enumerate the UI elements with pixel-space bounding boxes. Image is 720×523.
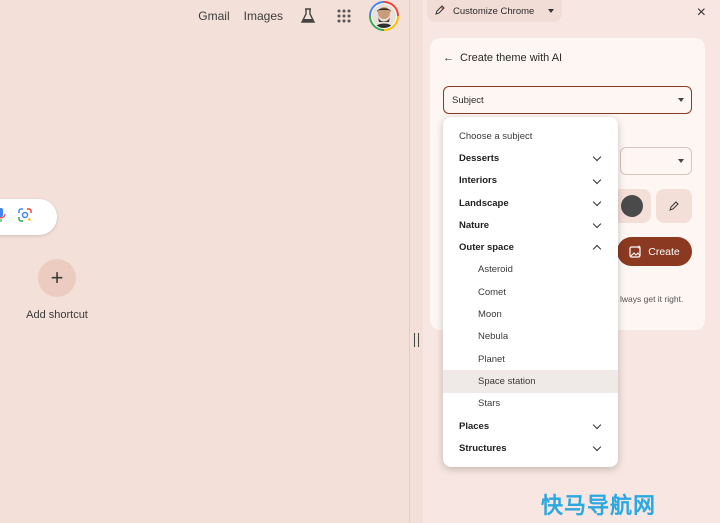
chevron-down-icon [592,197,602,207]
dropdown-option[interactable]: Moon [443,303,618,325]
gmail-link[interactable]: Gmail [198,9,229,23]
chevron-up-icon [592,245,602,254]
dropdown-category[interactable]: Interiors [443,170,618,192]
dropdown-header: Choose a subject [459,130,533,142]
dropdown-item-label: Desserts [459,152,500,164]
caret-down-icon [548,9,555,13]
add-shortcut-label: Add shortcut [26,309,88,321]
dropdown-category[interactable]: Landscape [443,192,618,214]
color-option-dark[interactable] [613,189,651,223]
dropdown-item-label: Structures [459,442,507,454]
back-arrow-icon[interactable]: ← [443,52,454,64]
dropdown-category[interactable]: Outer space [443,236,618,258]
dropdown-item-label: Interiors [459,175,498,187]
create-button[interactable]: Create [617,237,692,266]
dropdown-item-label: Outer space [459,242,514,254]
dropdown-option[interactable]: Stars [443,393,618,415]
close-icon[interactable]: × [697,4,706,22]
dropdown-item-label: Stars [478,398,501,410]
add-shortcut[interactable]: + Add shortcut [22,259,92,321]
image-sparkle-icon [629,245,642,258]
dropdown-item-label: Planet [478,353,505,365]
google-lens-icon[interactable] [18,207,32,227]
eyedropper-icon [669,201,679,211]
side-panel-divider[interactable] [409,0,423,523]
subject-select-value: Subject [452,94,484,106]
caret-down-icon [678,98,684,102]
resize-handle-icon[interactable] [414,333,419,347]
card-title-text: Create theme with AI [460,52,563,64]
customize-chrome-menu[interactable]: Customize Chrome [427,0,563,22]
disclaimer-text: lways get it right. [620,294,684,304]
subject-dropdown-list: Choose a subject Desserts Interiors Landsc… [443,117,618,467]
google-apps-icon[interactable] [333,5,355,27]
pencil-icon [435,4,445,18]
dropdown-item-label: Moon [478,309,502,321]
dropdown-option[interactable]: Comet [443,281,618,303]
chevron-down-icon [592,420,602,430]
dropdown-item-label: Landscape [459,197,509,209]
color-swatch [621,195,643,217]
dropdown-option[interactable]: Planet [443,348,618,370]
dropdown-option[interactable]: Nebula [443,326,618,348]
images-link[interactable]: Images [244,9,283,23]
dropdown-category[interactable]: Places [443,415,618,437]
style-select[interactable] [620,147,692,175]
dropdown-item-label: Asteroid [478,264,513,276]
dropdown-option[interactable]: Space station [443,370,618,393]
watermark-text: 快马导航网 [541,494,657,519]
labs-flask-icon[interactable] [297,5,319,27]
chevron-down-icon [592,175,602,184]
chevron-down-icon [592,153,602,162]
customize-chrome-label: Customize Chrome [453,5,535,17]
dropdown-item-label: Nature [459,219,490,231]
dropdown-item-label: Comet [478,286,506,298]
top-links: Gmail Images [198,0,399,32]
chevron-down-icon [592,442,602,452]
create-button-label: Create [648,245,680,258]
chevron-down-icon [592,219,602,229]
panel-header: Customize Chrome × [423,0,720,26]
avatar-face-icon [371,3,397,29]
color-picker-button[interactable] [656,189,692,223]
subject-select[interactable]: Subject [443,86,692,114]
caret-down-icon [678,159,684,163]
new-tab-page: Gmail Images + Add shortcut [0,0,409,523]
dropdown-option[interactable]: Asteroid [443,259,618,281]
dropdown-category[interactable]: Desserts [443,147,618,169]
dropdown-item-label: Space station [478,375,536,387]
plus-icon[interactable]: + [38,259,76,297]
dropdown-item-label: Places [459,420,490,432]
dropdown-category[interactable]: Nature [443,214,618,236]
dropdown-category[interactable]: Structures [443,437,618,459]
profile-avatar[interactable] [369,1,399,31]
card-title: ← Create theme with AI [443,52,562,64]
search-box-fragment[interactable] [0,199,57,235]
microphone-icon[interactable] [0,207,6,227]
dropdown-item-label: Nebula [478,331,509,343]
